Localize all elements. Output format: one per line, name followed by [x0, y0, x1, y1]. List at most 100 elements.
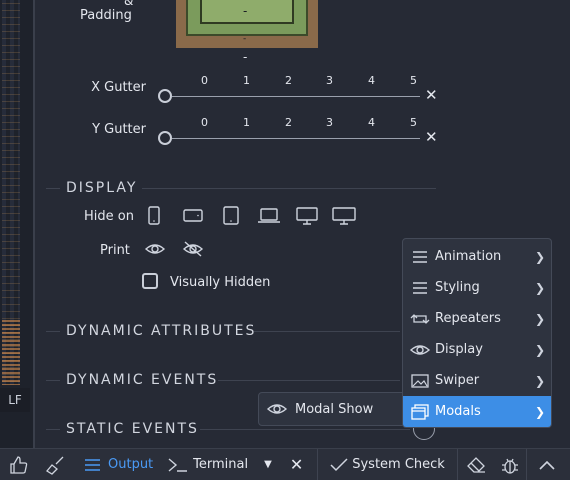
divider [34, 0, 35, 448]
section-divider [46, 188, 60, 189]
margin-label-fragment: & [124, 0, 134, 8]
thumbs-up-icon[interactable] [0, 449, 36, 480]
checkmark-icon [330, 457, 348, 471]
padding-label: Padding [80, 8, 132, 23]
output-label: Output [108, 457, 154, 472]
laptop-icon[interactable] [256, 207, 282, 225]
display-section-title[interactable]: DISPLAY [66, 180, 137, 196]
x-gutter-tick: 2 [285, 74, 292, 87]
mobile-portrait-icon[interactable] [147, 206, 161, 226]
widescreen-icon[interactable] [331, 206, 357, 226]
eye-icon [409, 344, 431, 355]
eraser-icon[interactable] [458, 449, 494, 480]
chevron-right-icon: ❯ [534, 373, 545, 388]
padding-value[interactable]: - [243, 4, 247, 18]
system-check-label: System Check [352, 457, 445, 472]
mobile-landscape-icon[interactable] [182, 208, 204, 224]
menu-item-styling[interactable]: Styling ❯ [403, 272, 551, 303]
hide-on-label: Hide on [84, 209, 134, 224]
close-icon[interactable]: ✕ [272, 449, 303, 480]
static-events-section-title[interactable]: STATIC EVENTS [66, 421, 199, 437]
chevron-up-icon[interactable] [527, 449, 567, 480]
section-divider [46, 331, 60, 332]
x-gutter-track[interactable] [172, 96, 420, 97]
menu-item-animation[interactable]: Animation ❯ [403, 241, 551, 272]
x-gutter-tick: 4 [368, 74, 375, 87]
modal-show-submenu[interactable]: Modal Show [258, 392, 406, 426]
x-gutter-tick: 1 [243, 74, 250, 87]
image-icon [411, 373, 429, 388]
chevron-right-icon: ❯ [534, 280, 545, 295]
line-ending-indicator[interactable]: LF [0, 388, 30, 412]
bug-icon[interactable] [494, 449, 526, 480]
y-gutter-row: Y Gutter 0 1 2 3 4 5 ✕ [0, 116, 570, 156]
menu-item-label: Swiper [435, 373, 480, 388]
minimap-highlight [2, 320, 20, 385]
x-gutter-knob[interactable] [158, 89, 172, 103]
y-gutter-knob[interactable] [158, 131, 172, 145]
y-gutter-track[interactable] [172, 138, 420, 139]
x-gutter-row: X Gutter 0 1 2 3 4 5 ✕ [0, 74, 570, 114]
broom-icon[interactable] [36, 449, 76, 480]
section-divider [254, 331, 400, 332]
chevron-right-icon: ❯ [534, 249, 545, 264]
terminal-tab[interactable]: Terminal [153, 449, 248, 480]
context-menu: Animation ❯ Styling ❯ Repeaters ❯ Displa… [402, 238, 552, 428]
system-check-button[interactable]: System Check [318, 449, 457, 480]
eye-off-icon[interactable] [181, 240, 205, 258]
x-gutter-tick: 5 [410, 74, 417, 87]
menu-item-label: Modals [435, 404, 481, 419]
padding-bottom-value[interactable]: - [243, 34, 246, 44]
eye-icon[interactable] [144, 241, 166, 257]
dynamic-attributes-section-title[interactable]: DYNAMIC ATTRIBUTES [66, 323, 256, 339]
modal-show-label: Modal Show [295, 401, 374, 417]
terminal-icon [168, 457, 188, 472]
tablet-icon[interactable] [222, 206, 240, 226]
repeat-icon [410, 313, 430, 324]
chevron-right-icon: ❯ [534, 311, 545, 326]
visually-hidden-label: Visually Hidden [170, 275, 271, 290]
menu-item-modals[interactable]: Modals ❯ [403, 396, 551, 427]
menu-item-label: Display [435, 342, 483, 357]
y-gutter-tick: 0 [201, 116, 208, 129]
section-divider [218, 380, 400, 381]
y-gutter-tick: 5 [410, 116, 417, 129]
clear-y-gutter-icon[interactable]: ✕ [425, 128, 438, 146]
section-divider [46, 380, 60, 381]
lines-icon [413, 281, 427, 294]
menu-item-label: Styling [435, 280, 480, 295]
dropdown-caret-icon[interactable]: ▼ [248, 449, 272, 480]
eye-icon [266, 404, 288, 414]
chevron-right-icon: ❯ [534, 404, 545, 419]
menu-item-repeaters[interactable]: Repeaters ❯ [403, 303, 551, 334]
y-gutter-tick: 4 [368, 116, 375, 129]
x-gutter-tick: 0 [201, 74, 208, 87]
section-divider [46, 429, 60, 430]
y-gutter-tick: 3 [326, 116, 333, 129]
section-divider [142, 188, 436, 189]
visually-hidden-checkbox[interactable] [142, 273, 158, 289]
status-bar: Output Terminal ▼ ✕ System Check [0, 448, 570, 480]
margin-bottom-value[interactable]: - [243, 50, 247, 64]
menu-item-swiper[interactable]: Swiper ❯ [403, 365, 551, 396]
chevron-right-icon: ❯ [534, 342, 545, 357]
y-gutter-tick: 2 [285, 116, 292, 129]
terminal-label: Terminal [193, 457, 249, 472]
section-divider [200, 429, 410, 430]
menu-item-label: Animation [435, 249, 502, 264]
x-gutter-tick: 3 [326, 74, 333, 87]
editor-minimap-strip: LF [0, 0, 34, 448]
menu-item-label: Repeaters [435, 311, 501, 326]
list-icon [85, 458, 100, 471]
lines-icon [413, 250, 427, 263]
print-label: Print [100, 243, 130, 258]
x-gutter-label: X Gutter [91, 80, 146, 95]
output-tab[interactable]: Output [76, 449, 153, 480]
clear-x-gutter-icon[interactable]: ✕ [425, 86, 438, 104]
dynamic-events-section-title[interactable]: DYNAMIC EVENTS [66, 372, 218, 388]
desktop-icon[interactable] [295, 206, 319, 226]
y-gutter-tick: 1 [243, 116, 250, 129]
menu-item-display[interactable]: Display ❯ [403, 334, 551, 365]
y-gutter-label: Y Gutter [92, 122, 146, 137]
window-icon [411, 403, 429, 420]
